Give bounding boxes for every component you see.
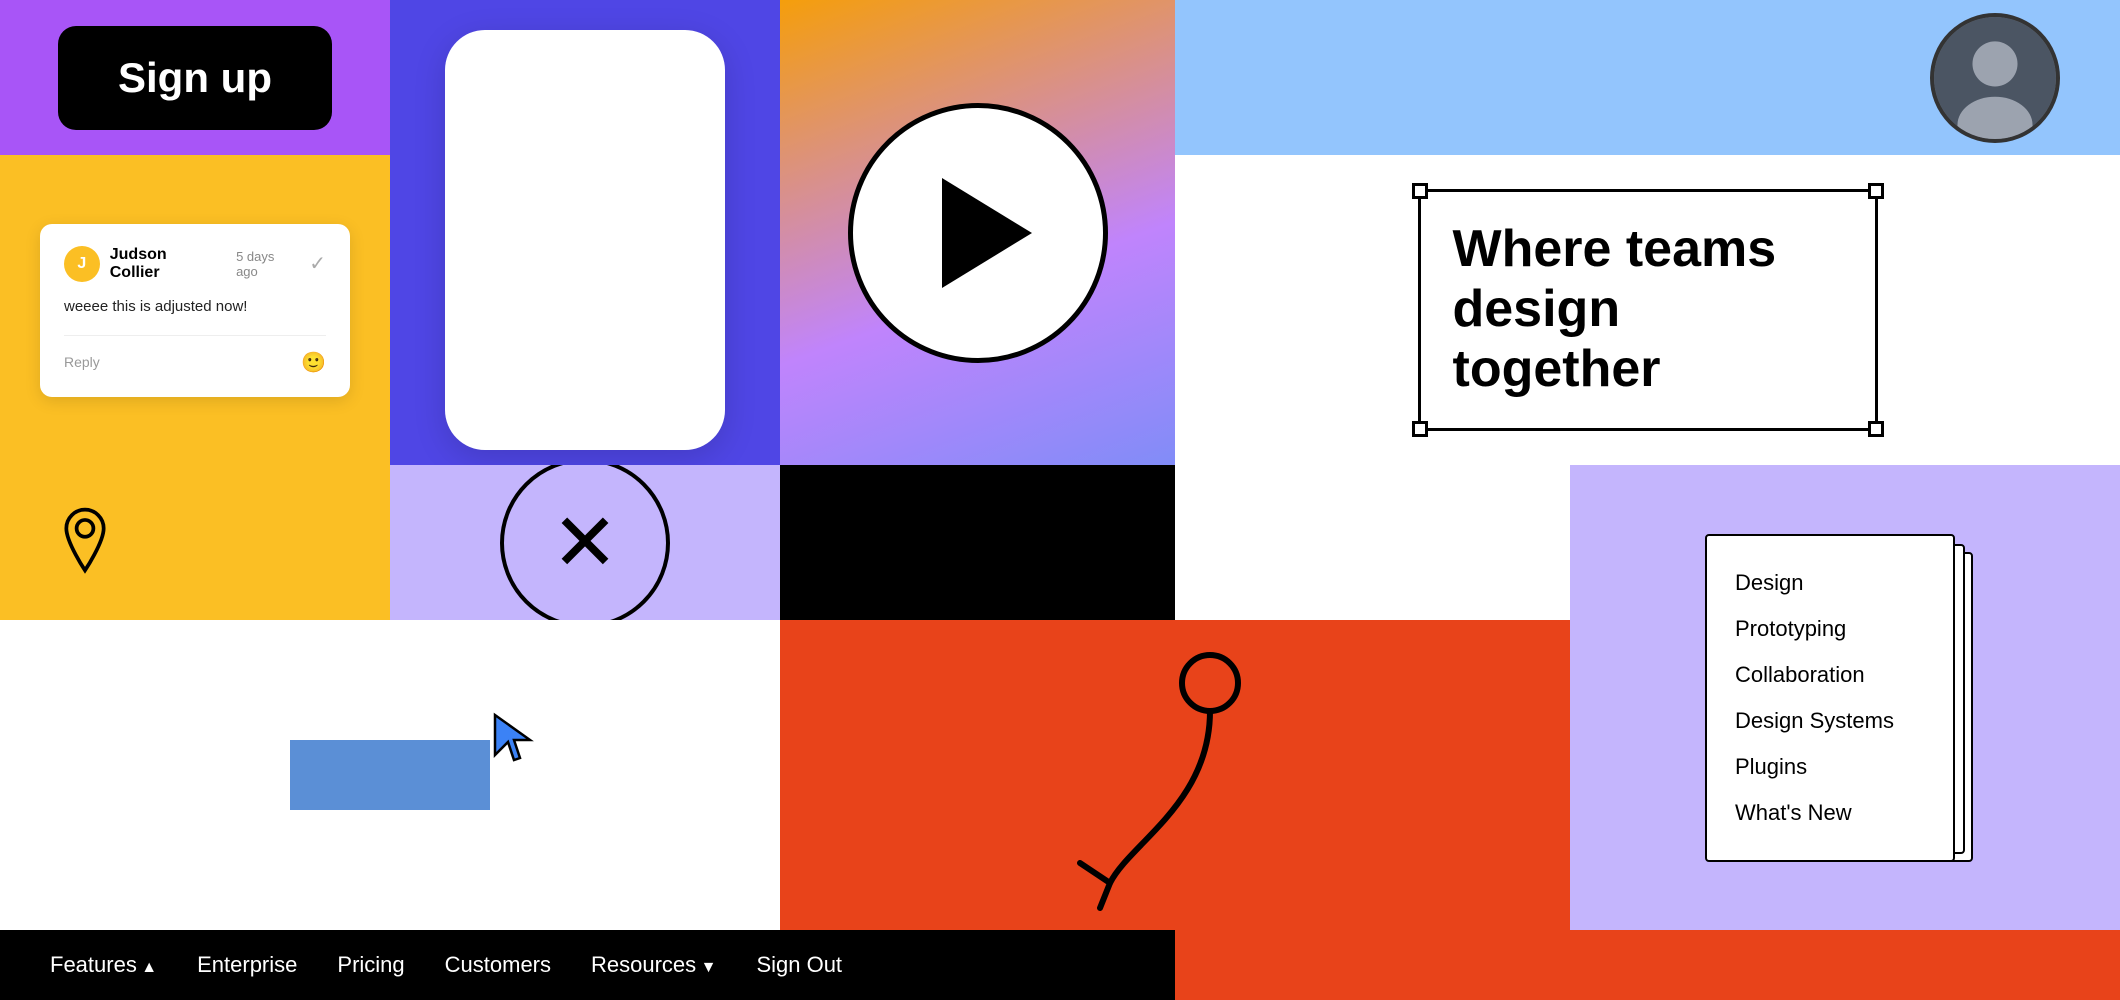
feature-item-design[interactable]: Design	[1735, 560, 1925, 606]
feature-item-collaboration[interactable]: Collaboration	[1735, 652, 1925, 698]
phone-mockup	[445, 30, 725, 450]
nav-resources[interactable]: Resources	[591, 952, 716, 978]
feature-list-card: Design Prototyping Collaboration Design …	[1705, 534, 1955, 862]
tagline-section: Where teams design together	[1175, 155, 2120, 465]
x-section: ✕	[390, 465, 780, 620]
comment-header: J Judson Collier 5 days ago ✓	[64, 246, 326, 282]
arrow-tool-section	[0, 620, 780, 930]
comment-author: Judson Collier	[110, 246, 220, 282]
curved-arrow-icon	[1050, 623, 1300, 928]
x-icon: ✕	[551, 503, 618, 583]
feature-item-design-systems[interactable]: Design Systems	[1735, 698, 1925, 744]
signup-section: Sign up	[0, 0, 390, 155]
comment-card: J Judson Collier 5 days ago ✓ weeee this…	[40, 224, 350, 397]
play-icon	[942, 178, 1032, 288]
check-icon: ✓	[309, 251, 326, 276]
feature-list-container: Design Prototyping Collaboration Design …	[1705, 534, 1985, 862]
nav-customers[interactable]: Customers	[445, 952, 551, 978]
location-pin-icon	[50, 505, 120, 580]
nav-signout[interactable]: Sign Out	[756, 952, 842, 978]
orange-bottom-right	[1175, 930, 2120, 1000]
frame-corner-tr	[1868, 183, 1884, 199]
nav-pricing[interactable]: Pricing	[337, 952, 404, 978]
nav-enterprise[interactable]: Enterprise	[197, 952, 297, 978]
phone-mockup-section	[390, 0, 780, 465]
comment-section: J Judson Collier 5 days ago ✓ weeee this…	[0, 155, 390, 465]
tagline-text: Where teams design together	[1453, 220, 1843, 399]
black-spacer	[780, 465, 1175, 620]
blue-rectangle	[290, 740, 490, 810]
feature-item-prototyping[interactable]: Prototyping	[1735, 606, 1925, 652]
emoji-icon: 🙂	[301, 350, 326, 375]
frame-corner-bl	[1412, 421, 1428, 437]
avatar-section	[1175, 0, 2120, 155]
cursor-arrow-icon	[490, 710, 550, 775]
comment-reply-area: Reply 🙂	[64, 350, 326, 375]
arrow-tool-group	[290, 740, 490, 810]
close-circle-icon[interactable]: ✕	[500, 465, 670, 620]
nav-bar: Features Enterprise Pricing Customers Re…	[0, 930, 1175, 1000]
frame-corner-br	[1868, 421, 1884, 437]
curved-arrow-section	[780, 620, 1570, 930]
reply-label[interactable]: Reply	[64, 354, 100, 370]
location-section	[0, 465, 390, 620]
avatar	[1930, 13, 2060, 143]
nav-features[interactable]: Features	[50, 952, 157, 978]
comment-body: weeee this is adjusted now!	[64, 296, 326, 317]
feature-item-plugins[interactable]: Plugins	[1735, 744, 1925, 790]
comment-avatar: J	[64, 246, 100, 282]
play-button[interactable]	[848, 103, 1108, 363]
tagline-frame: Where teams design together	[1418, 189, 1878, 430]
video-section	[780, 0, 1175, 465]
frame-corner-tl	[1412, 183, 1428, 199]
signup-button[interactable]: Sign up	[58, 26, 332, 130]
feature-item-whats-new[interactable]: What's New	[1735, 790, 1925, 836]
feature-list-section: Design Prototyping Collaboration Design …	[1570, 465, 2120, 930]
comment-time: 5 days ago	[236, 249, 299, 279]
comment-divider	[64, 335, 326, 336]
